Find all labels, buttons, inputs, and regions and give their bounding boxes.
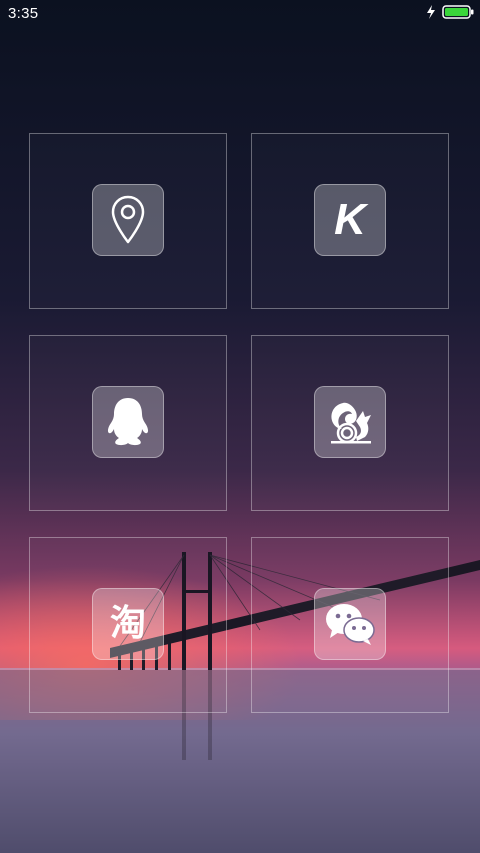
chat-bubbles-icon [326,604,375,645]
battery-icon [442,5,474,19]
qq-app-icon[interactable] [92,386,164,458]
k-letter-icon: K [334,195,366,244]
squirrel-icon [331,402,371,444]
charging-bolt-icon [427,5,435,19]
app-tile-uc-browser[interactable] [251,335,449,511]
uc-browser-app-icon[interactable] [314,386,386,458]
status-bar: 3:35 [0,0,480,28]
app-tile-kugou[interactable]: K [251,133,449,309]
penguin-icon [107,398,149,446]
wechat-app-icon[interactable] [314,588,386,660]
status-time: 3:35 [8,5,39,22]
location-pin-icon [111,195,145,244]
app-tile-maps[interactable] [29,133,227,309]
app-tile-taobao[interactable]: 淘 [29,537,227,713]
app-tile-qq[interactable] [29,335,227,511]
kugou-app-icon[interactable]: K [314,184,386,256]
app-tile-wechat[interactable] [251,537,449,713]
taobao-app-icon[interactable]: 淘 [92,588,164,660]
status-icons [426,5,474,19]
tao-character-icon: 淘 [109,603,146,644]
maps-app-icon[interactable] [92,184,164,256]
